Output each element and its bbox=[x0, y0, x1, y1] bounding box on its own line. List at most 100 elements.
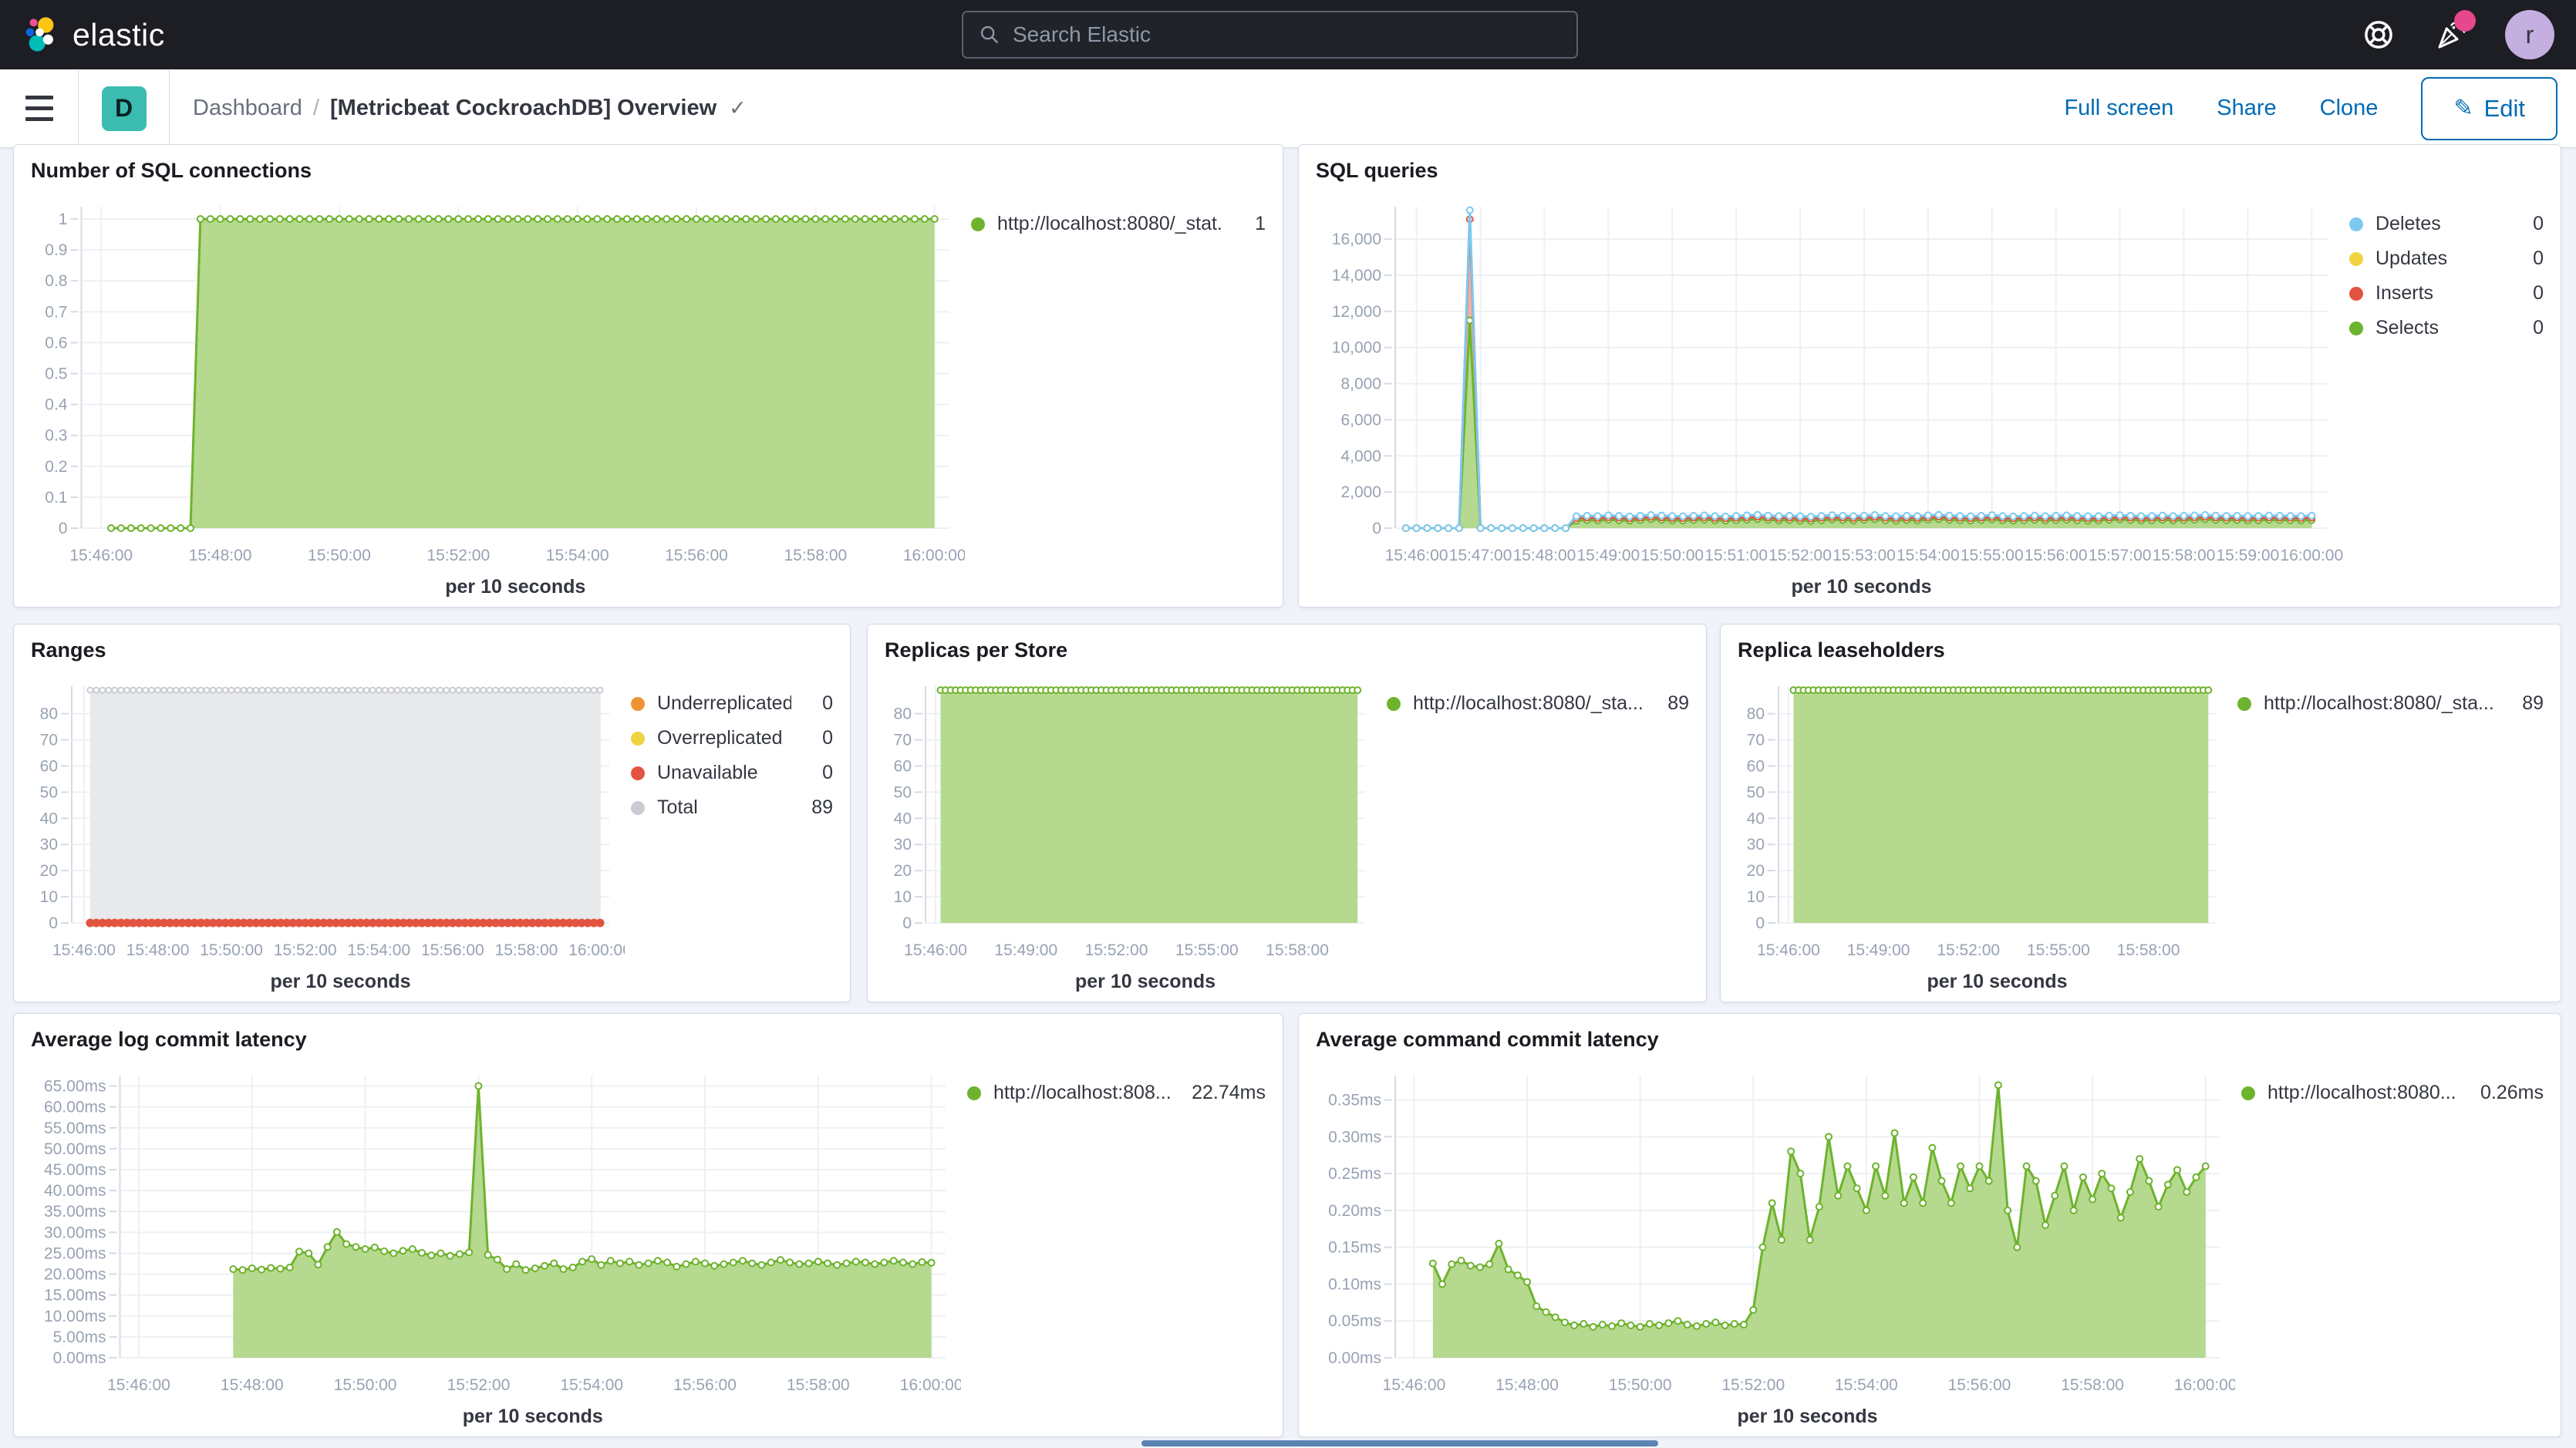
legend-item[interactable]: Deletes0 bbox=[2349, 213, 2544, 235]
search-icon bbox=[979, 24, 1000, 45]
panel-title: Average log commit latency bbox=[31, 1026, 1266, 1052]
breadcrumb-separator: / bbox=[302, 96, 330, 121]
svg-text:0.35ms: 0.35ms bbox=[1328, 1092, 1381, 1110]
svg-text:50: 50 bbox=[894, 783, 912, 801]
breadcrumb-dashboard-link[interactable]: Dashboard bbox=[193, 96, 302, 121]
svg-text:15:50:00: 15:50:00 bbox=[334, 1376, 397, 1394]
legend-item[interactable]: Underreplicated0 bbox=[631, 692, 833, 715]
svg-text:16:00:00: 16:00:00 bbox=[2174, 1376, 2235, 1394]
legend-item[interactable]: Total89 bbox=[631, 796, 833, 819]
edit-button-label: Edit bbox=[2484, 95, 2525, 123]
svg-text:60: 60 bbox=[1747, 757, 1765, 775]
svg-text:15:46:00: 15:46:00 bbox=[107, 1376, 170, 1394]
share-button[interactable]: Share bbox=[2217, 96, 2276, 121]
elastic-logo[interactable]: elastic bbox=[0, 15, 165, 54]
legend-value: 0.26ms bbox=[2480, 1082, 2544, 1104]
replicas-per-store-chart[interactable]: 0102030405060708015:46:0015:49:0015:52:0… bbox=[885, 666, 1381, 994]
svg-text:10.00ms: 10.00ms bbox=[44, 1308, 106, 1325]
svg-text:8,000: 8,000 bbox=[1340, 375, 1381, 393]
legend-item[interactable]: Inserts0 bbox=[2349, 282, 2544, 305]
svg-text:15:49:00: 15:49:00 bbox=[1576, 547, 1640, 564]
sql-connections-chart[interactable]: 00.10.20.30.40.50.60.70.80.9115:46:0015:… bbox=[31, 187, 965, 599]
search-input[interactable] bbox=[1013, 22, 1561, 47]
svg-text:15:46:00: 15:46:00 bbox=[904, 941, 967, 959]
top-right-controls: r bbox=[2360, 0, 2576, 69]
full-screen-button[interactable]: Full screen bbox=[2064, 96, 2173, 121]
svg-text:15:58:00: 15:58:00 bbox=[2117, 941, 2180, 959]
clone-button[interactable]: Clone bbox=[2320, 96, 2379, 121]
sql-queries-chart[interactable]: 02,0004,0006,0008,00010,00012,00014,0001… bbox=[1316, 187, 2343, 599]
legend-item[interactable]: Unavailable 0 bbox=[631, 762, 833, 784]
edit-button[interactable]: ✎ Edit bbox=[2421, 77, 2557, 140]
chart-legend: Underreplicated0Overreplicated0Unavailab… bbox=[625, 666, 833, 994]
check-icon: ✓ bbox=[729, 96, 747, 120]
legend-label: Overreplicated bbox=[657, 727, 791, 749]
legend-item[interactable]: http://localhost:8080/_stat...1 bbox=[971, 213, 1266, 235]
svg-text:0.10ms: 0.10ms bbox=[1328, 1275, 1381, 1293]
legend-value: 89 bbox=[1658, 692, 1689, 715]
replica-leaseholders-chart[interactable]: 0102030405060708015:46:0015:49:0015:52:0… bbox=[1738, 666, 2231, 994]
svg-text:15:56:00: 15:56:00 bbox=[421, 941, 484, 959]
panel-average-command-commit-latency: Average command commit latency 0.00ms0.0… bbox=[1298, 1013, 2561, 1437]
legend-value: 22.74ms bbox=[1192, 1082, 1266, 1104]
svg-text:0.6: 0.6 bbox=[45, 334, 67, 352]
chart-legend: http://localhost:8080/_sta...89 bbox=[1381, 666, 1689, 994]
svg-text:6,000: 6,000 bbox=[1340, 411, 1381, 429]
dashboard-app-badge[interactable]: D bbox=[102, 86, 147, 131]
svg-text:0.3: 0.3 bbox=[45, 427, 67, 445]
svg-text:0.00ms: 0.00ms bbox=[1328, 1349, 1381, 1367]
svg-text:4,000: 4,000 bbox=[1340, 447, 1381, 465]
legend-label: http://localhost:8080/_stat... bbox=[997, 213, 1224, 235]
svg-text:30.00ms: 30.00ms bbox=[44, 1224, 106, 1241]
svg-text:0.7: 0.7 bbox=[45, 303, 67, 321]
legend-value: 0 bbox=[802, 762, 833, 784]
svg-text:0.15ms: 0.15ms bbox=[1328, 1239, 1381, 1257]
panel-title: SQL queries bbox=[1316, 157, 2544, 184]
hamburger-icon bbox=[25, 96, 53, 99]
legend-value: 0 bbox=[2513, 282, 2544, 305]
svg-text:16:00:00: 16:00:00 bbox=[903, 547, 965, 564]
horizontal-scrollbar[interactable] bbox=[1141, 1440, 1658, 1446]
menu-button[interactable] bbox=[0, 69, 79, 147]
ranges-chart[interactable]: 0102030405060708015:46:0015:48:0015:50:0… bbox=[31, 666, 625, 994]
svg-text:15:58:00: 15:58:00 bbox=[2153, 547, 2216, 564]
legend-item[interactable]: Overreplicated 0 bbox=[631, 727, 833, 749]
command-commit-latency-chart[interactable]: 0.00ms0.05ms0.10ms0.15ms0.20ms0.25ms0.30… bbox=[1316, 1056, 2235, 1429]
panel-title: Replicas per Store bbox=[885, 637, 1689, 663]
chart-legend: http://localhost:8080... 0.26ms bbox=[2235, 1056, 2544, 1429]
legend-item[interactable]: http://localhost:8080/_sta...89 bbox=[1387, 692, 1689, 715]
legend-label: Unavailable bbox=[657, 762, 791, 784]
svg-text:70: 70 bbox=[40, 732, 58, 749]
legend-item[interactable]: http://localhost:8080... 0.26ms bbox=[2241, 1082, 2544, 1104]
log-commit-latency-chart[interactable]: 0.00ms5.00ms10.00ms15.00ms20.00ms25.00ms… bbox=[31, 1056, 961, 1429]
newsfeed-button[interactable] bbox=[2433, 16, 2470, 53]
svg-text:5.00ms: 5.00ms bbox=[53, 1328, 106, 1346]
svg-text:40: 40 bbox=[1747, 810, 1765, 827]
chart-legend: http://localhost:8080/_sta...89 bbox=[2231, 666, 2544, 994]
pencil-icon: ✎ bbox=[2453, 95, 2473, 122]
svg-text:per 10 seconds: per 10 seconds bbox=[1791, 576, 1931, 598]
help-button[interactable] bbox=[2360, 16, 2397, 53]
global-search[interactable] bbox=[962, 11, 1578, 59]
legend-item[interactable]: Updates0 bbox=[2349, 248, 2544, 270]
svg-text:15:58:00: 15:58:00 bbox=[787, 1376, 850, 1394]
svg-text:15:49:00: 15:49:00 bbox=[1847, 941, 1910, 959]
legend-color-dot bbox=[2349, 252, 2363, 266]
legend-value: 0 bbox=[802, 727, 833, 749]
legend-item[interactable]: http://localhost:808...22.74ms bbox=[967, 1082, 1266, 1104]
legend-item[interactable]: http://localhost:8080/_sta...89 bbox=[2237, 692, 2544, 715]
svg-text:15:54:00: 15:54:00 bbox=[1835, 1376, 1898, 1394]
breadcrumb: Dashboard / [Metricbeat CockroachDB] Ove… bbox=[170, 96, 747, 121]
svg-text:15:52:00: 15:52:00 bbox=[274, 941, 337, 959]
svg-text:0.2: 0.2 bbox=[45, 458, 67, 476]
svg-text:60.00ms: 60.00ms bbox=[44, 1099, 106, 1116]
svg-text:15:50:00: 15:50:00 bbox=[200, 941, 263, 959]
legend-item[interactable]: Selects0 bbox=[2349, 317, 2544, 339]
panel-ranges: Ranges 0102030405060708015:46:0015:48:00… bbox=[13, 624, 851, 1002]
svg-text:35.00ms: 35.00ms bbox=[44, 1203, 106, 1221]
user-avatar[interactable]: r bbox=[2505, 10, 2554, 59]
app-badge-wrap: D bbox=[79, 69, 170, 147]
svg-text:15:48:00: 15:48:00 bbox=[221, 1376, 284, 1394]
chart-legend: Deletes0 Updates0 Inserts0 Selects0 bbox=[2343, 187, 2544, 599]
legend-label: http://localhost:8080... bbox=[2267, 1082, 2470, 1104]
